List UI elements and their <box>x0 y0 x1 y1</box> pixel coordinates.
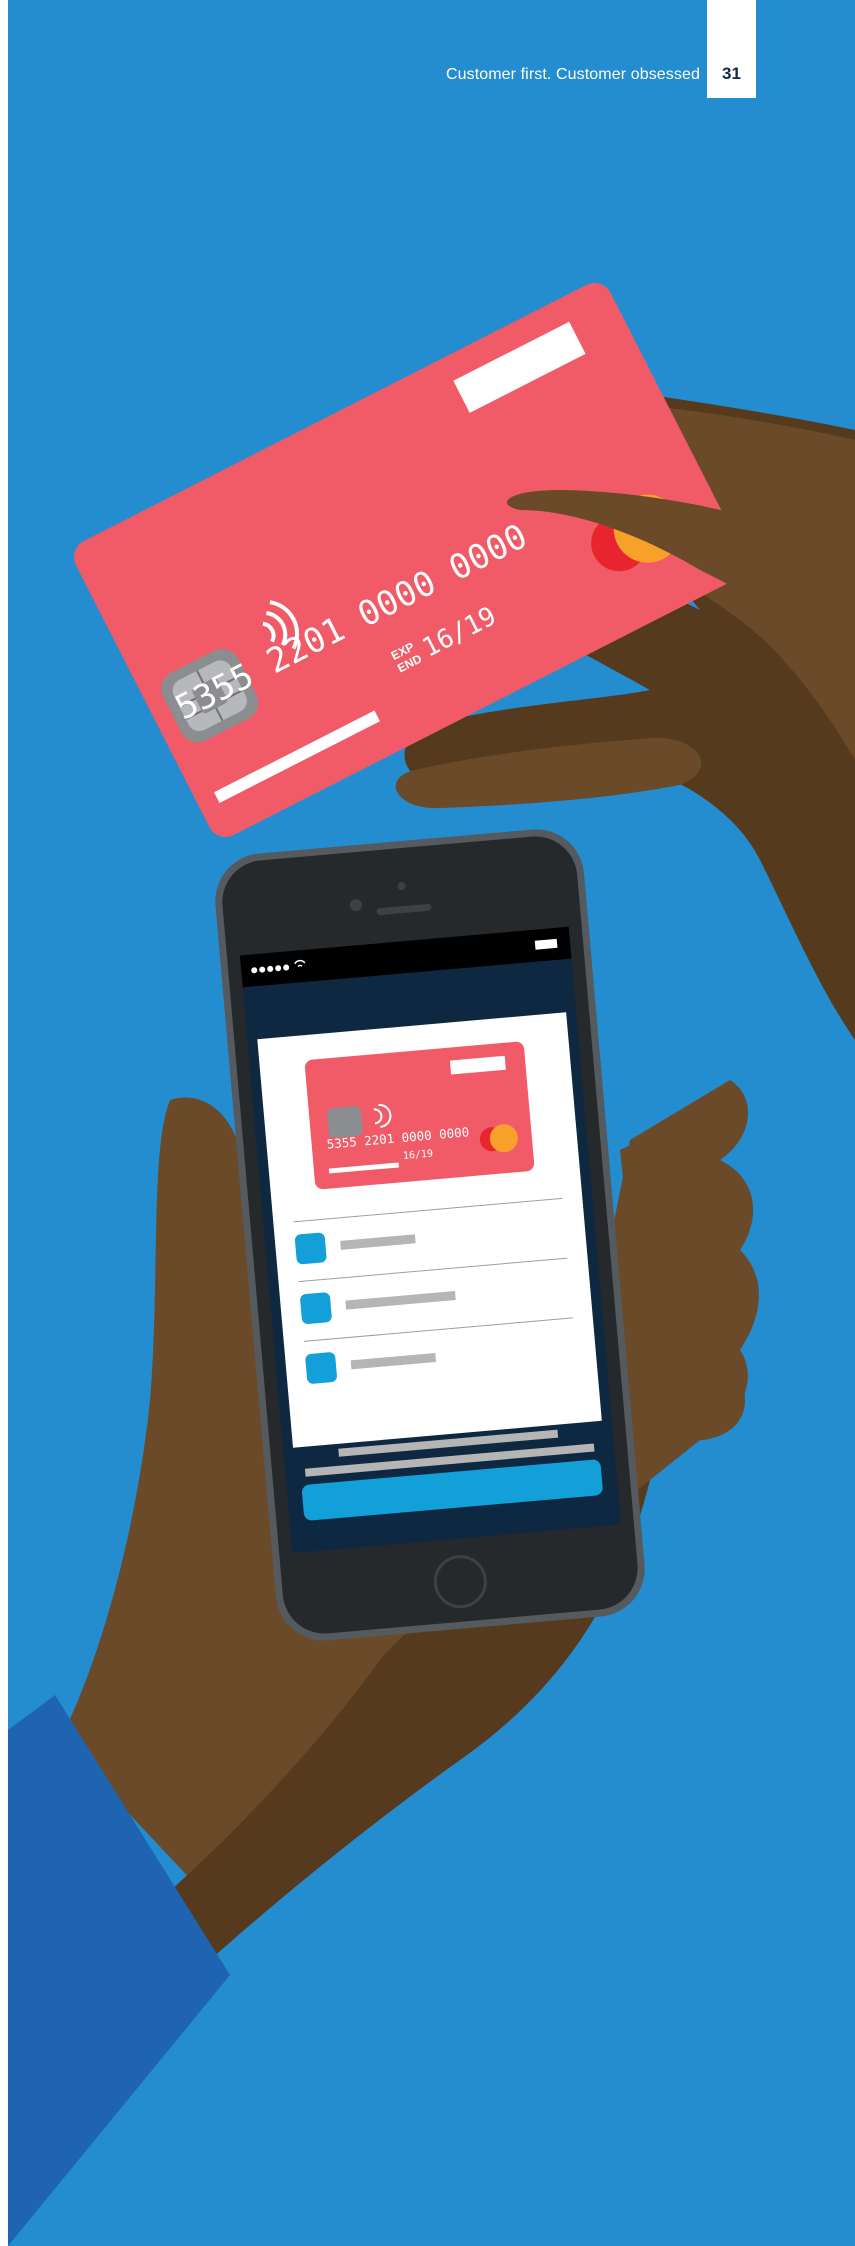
payment-illustration: 5355 2201 0000 0000 EXP END 16/19 5355 2… <box>8 282 855 2246</box>
page: 31 Customer first. Customer obsessed 535… <box>0 0 855 2246</box>
smartphone: 5355 2201 0000 0000 16/19 <box>215 829 645 1641</box>
mini-card: 5355 2201 0000 0000 16/19 <box>304 1041 535 1190</box>
battery-icon <box>534 938 558 950</box>
